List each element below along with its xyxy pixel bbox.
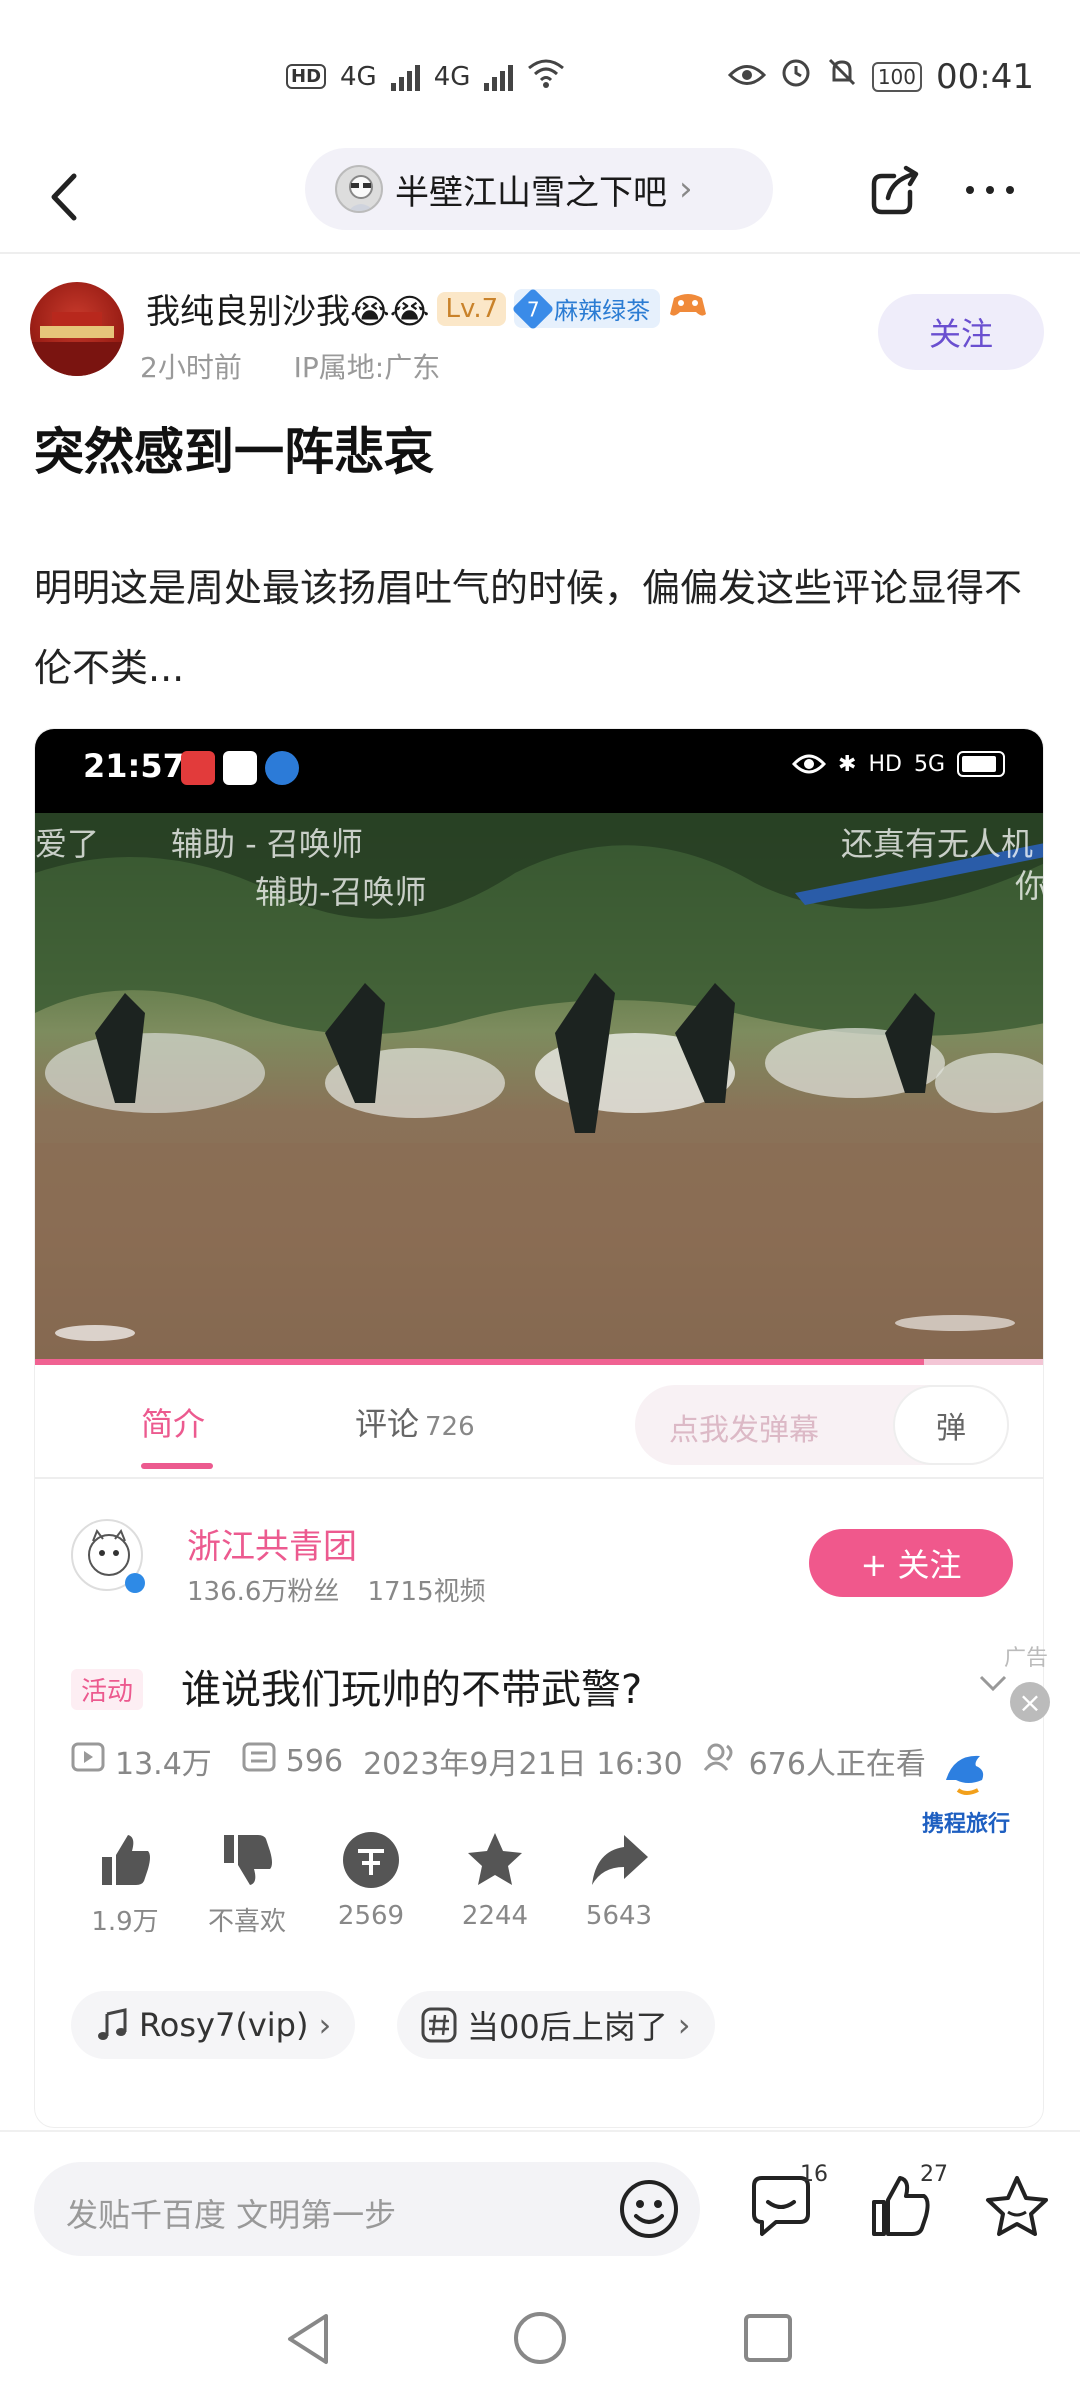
ad-close-button[interactable]: × [1010, 1682, 1050, 1722]
author-line: 我纯良别沙我😭😭 Lv.7 7 麻辣绿茶 [146, 284, 708, 333]
more-button[interactable] [960, 160, 1020, 220]
app-icons [181, 751, 299, 785]
signal-icon [390, 63, 420, 91]
play-icon [71, 1742, 105, 1780]
video-title: 谁说我们玩帅的不带武警? [181, 1667, 643, 1713]
dolphin-icon [946, 1755, 984, 1795]
coin-icon [343, 1832, 399, 1888]
tab-intro[interactable]: 简介 [141, 1399, 205, 1445]
alarm-icon [780, 56, 812, 97]
forum-link[interactable]: 半壁江山雪之下吧 › [305, 148, 773, 230]
danmaku-1: 辅助 - 召唤师 [171, 825, 363, 863]
post-ip: IP属地:广东 [293, 351, 441, 384]
bottom-bar: 发贴千百度 文明第一步 16 27 [0, 2130, 1080, 2280]
comments-button[interactable]: 16 [746, 2162, 828, 2242]
post-title: 突然感到一阵悲哀 [34, 423, 434, 481]
thumb-down-icon [224, 1835, 272, 1885]
share-arrow-icon [592, 1835, 648, 1885]
chevron-right-icon: › [679, 169, 693, 209]
watching-icon [703, 1742, 739, 1780]
music-chip[interactable]: Rosy7(vip) › [71, 1991, 356, 2059]
embedded-screenshot[interactable]: 21:57 ✱ HD 5G 爱了 辅助 - 召唤师 辅助-召唤师 还真有无人机 … [34, 728, 1044, 2128]
danmaku-input[interactable]: 点我发弹幕 弹 [635, 1385, 1009, 1465]
author-avatar[interactable] [30, 282, 124, 376]
share-button[interactable] [866, 160, 926, 220]
eye-icon [727, 57, 766, 97]
ad-label: 广告 [1004, 1646, 1049, 1671]
views-count: 13.4万 [115, 1747, 212, 1782]
ad-banner[interactable]: 携程旅行 [896, 1746, 1036, 1837]
network-label-2: 4G [433, 61, 471, 92]
status-bar: HD 4G 4G 100 00:41 [0, 0, 1080, 140]
video-frame[interactable]: 爱了 辅助 - 召唤师 辅助-召唤师 还真有无人机 你 [35, 813, 1044, 1359]
gamepad-icon [668, 288, 708, 329]
video-actions: 1.9万 不喜欢 2569 2244 5643 [35, 1829, 1043, 1959]
uploader-name[interactable]: 浙江共青团 [187, 1519, 357, 1568]
follow-uploader-button[interactable]: + 关注 [809, 1529, 1013, 1597]
favorite-post-button[interactable] [982, 2172, 1052, 2242]
mute-bell-icon [826, 56, 858, 97]
system-nav-bar [0, 2280, 1080, 2400]
video-tabs: 简介 评论 726 点我发弹幕 弹 [35, 1365, 1043, 1479]
thumb-up-icon [102, 1835, 150, 1885]
reply-placeholder: 发贴千百度 文明第一步 [66, 2196, 397, 2234]
post-time: 2小时前 [140, 351, 242, 384]
follow-author-button[interactable]: 关注 [878, 294, 1044, 370]
danmaku-count: 596 [285, 1743, 344, 1779]
network-label: 4G [340, 61, 377, 92]
topic-chip[interactable]: 当00后上岗了 › [397, 1991, 715, 2059]
danmaku-2: 辅助-召唤师 [255, 873, 427, 911]
back-button[interactable] [40, 162, 90, 232]
share-video-button[interactable]: 5643 [529, 1829, 709, 1931]
reply-input[interactable]: 发贴千百度 文明第一步 [34, 2162, 700, 2256]
nav-back-icon[interactable] [282, 2310, 334, 2368]
battery-icon: 100 [871, 61, 923, 92]
uploader-meta: 136.6万粉丝 1715视频 [187, 1577, 486, 1607]
author-name[interactable]: 我纯良别沙我😭😭 [146, 284, 429, 333]
signal-icon-2 [484, 63, 514, 91]
danmaku-3: 还真有无人机 [841, 825, 1034, 863]
hd-icon: HD [286, 64, 327, 89]
tab-intro-underline [141, 1463, 213, 1469]
tab-comments-count: 726 [425, 1412, 475, 1442]
tab-comments[interactable]: 评论 726 [355, 1399, 475, 1445]
wifi-icon [527, 58, 565, 95]
danmaku-placeholder: 点我发弹幕 [669, 1413, 819, 1448]
video-stats: 13.4万 596 2023年9月21日 16:30 676人正在看 [71, 1739, 926, 1783]
share-icon [871, 165, 919, 215]
forum-avatar [335, 165, 383, 213]
chevron-left-icon [51, 173, 77, 221]
star-icon [468, 1833, 522, 1885]
upload-date: 2023年9月21日 16:30 [363, 1747, 683, 1782]
more-dots-icon [966, 186, 1014, 194]
post-meta: 2小时前 IP属地:广东 [140, 346, 440, 386]
clock: 00:41 [936, 56, 1034, 97]
nav-home-icon[interactable] [512, 2310, 568, 2366]
embedded-time: 21:57 [83, 747, 185, 785]
likes-count: 27 [920, 2162, 948, 2187]
hashtag-icon [421, 2007, 457, 2043]
embedded-status-icons: ✱ HD 5G [792, 751, 1005, 777]
danmaku-toggle-button[interactable]: 弹 [893, 1385, 1009, 1465]
nav-recents-icon[interactable] [742, 2312, 794, 2364]
uploader-avatar[interactable] [71, 1519, 145, 1593]
activity-tag: 活动 [71, 1669, 144, 1710]
danmaku-4: 你 [1015, 867, 1044, 905]
music-note-icon [98, 2008, 127, 2040]
like-post-button[interactable]: 27 [866, 2162, 948, 2242]
top-nav: 半壁江山雪之下吧 › [0, 140, 1080, 254]
star-outline-icon [986, 2176, 1048, 2236]
ad-brand: 携程旅行 [921, 1812, 1010, 1837]
danmaku-list-icon [242, 1742, 276, 1780]
emoji-icon[interactable] [618, 2178, 680, 2240]
member-badge: 7 麻辣绿茶 [511, 287, 661, 330]
level-badge: Lv.7 [437, 291, 507, 326]
comments-count: 16 [800, 2162, 828, 2187]
forum-name: 半壁江山雪之下吧 [395, 172, 667, 213]
embedded-status-bar: 21:57 ✱ HD 5G [35, 729, 1043, 813]
post-body: 明明这是周处最该扬眉吐气的时候，偏偏发这些评论显得不伦不类... [34, 566, 1023, 690]
diamond-icon: 7 [511, 287, 555, 330]
